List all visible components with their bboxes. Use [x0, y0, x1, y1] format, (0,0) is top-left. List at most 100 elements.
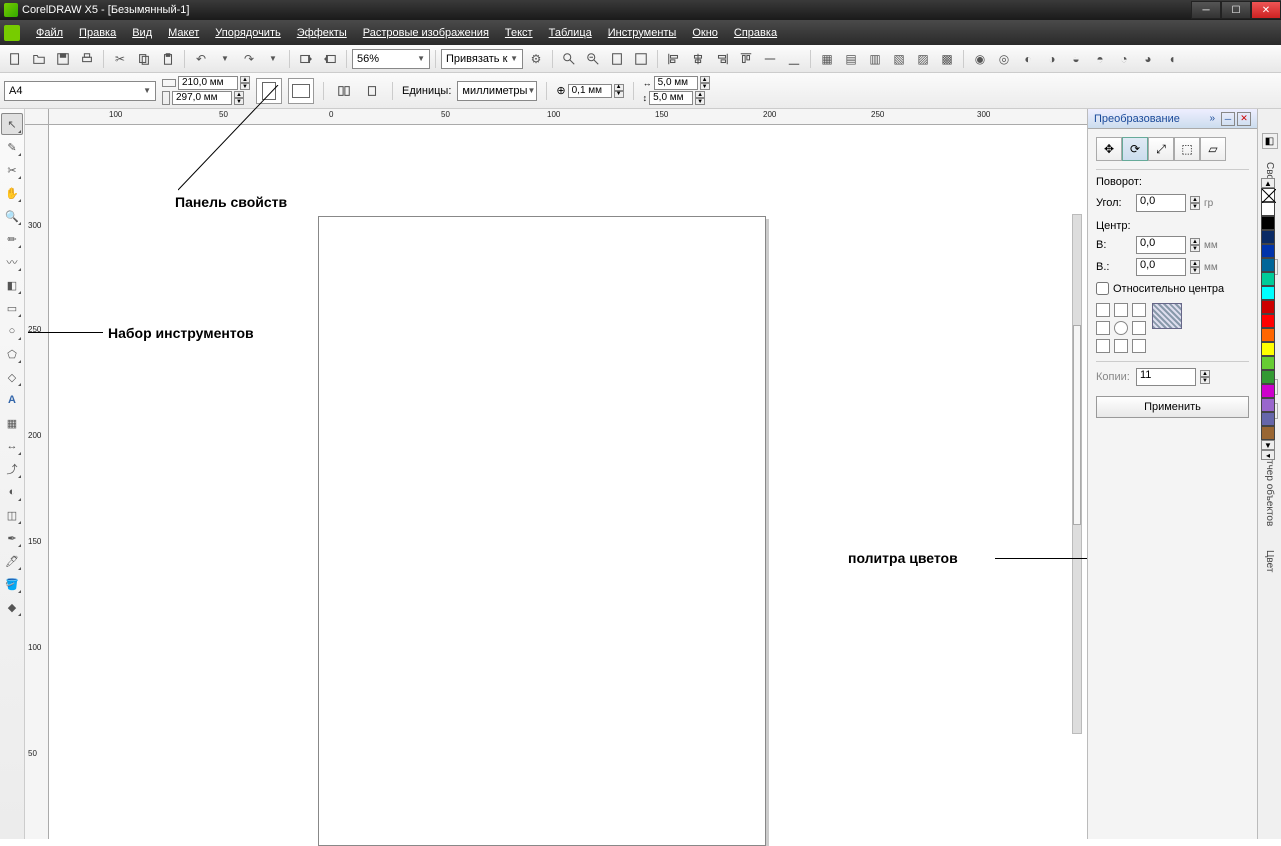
undo-button[interactable]: ↶ [190, 48, 212, 70]
copies-input[interactable]: 11 [1136, 368, 1196, 386]
transparency-tool[interactable]: ◫ [1, 504, 23, 526]
trim-button[interactable]: ◎ [993, 48, 1015, 70]
freehand-tool[interactable]: ✏ [1, 228, 23, 250]
anchor-tr[interactable] [1132, 303, 1146, 317]
dup-x-input[interactable]: 5,0 мм [654, 76, 698, 90]
menu-window[interactable]: Окно [684, 23, 726, 43]
menu-layout[interactable]: Макет [160, 23, 207, 43]
print-button[interactable] [76, 48, 98, 70]
menu-file[interactable]: Файл [28, 23, 71, 43]
redo-dropdown[interactable]: ▼ [262, 48, 284, 70]
minimize-button[interactable]: ─ [1191, 1, 1221, 19]
outline-tool[interactable]: 🖊 [1, 550, 23, 572]
distribute-5-button[interactable]: ▨ [912, 48, 934, 70]
anchor-ml[interactable] [1096, 321, 1110, 335]
zoom-tool[interactable]: ✋ [1, 182, 23, 204]
crop-tool[interactable]: ✂ [1, 159, 23, 181]
page-width-input[interactable]: 210,0 мм [178, 76, 238, 90]
apply-button[interactable]: Применить [1096, 396, 1249, 418]
open-button[interactable] [28, 48, 50, 70]
spin-down[interactable]: ▼ [1200, 377, 1210, 384]
vertical-scrollbar[interactable] [1072, 214, 1082, 734]
dimension-tool[interactable]: ↔ [1, 435, 23, 457]
anchor-tc[interactable] [1114, 303, 1128, 317]
zoom-fit-button[interactable] [630, 48, 652, 70]
menu-view[interactable]: Вид [124, 23, 160, 43]
units-select[interactable]: миллиметры ▼ [457, 81, 537, 101]
color-swatch[interactable] [1261, 202, 1275, 216]
anchor-bc[interactable] [1114, 339, 1128, 353]
size-tab[interactable]: ⬚ [1174, 137, 1200, 161]
color-swatch[interactable] [1261, 216, 1275, 230]
ruler-vertical[interactable]: 300 250 200 150 100 50 [25, 125, 49, 839]
color-swatch[interactable] [1261, 300, 1275, 314]
color-swatch[interactable] [1261, 398, 1275, 412]
color-swatch[interactable] [1261, 412, 1275, 426]
artistic-media-tool[interactable]: 〰 [1, 251, 23, 273]
cut-button[interactable]: ✂ [109, 48, 131, 70]
pick-tool[interactable]: ↖ [1, 113, 23, 135]
maximize-button[interactable]: ☐ [1221, 1, 1251, 19]
color-swatch[interactable] [1261, 286, 1275, 300]
new-button[interactable] [4, 48, 26, 70]
portrait-button[interactable] [256, 78, 282, 104]
spin-up[interactable]: ▲ [240, 76, 250, 83]
landscape-button[interactable] [288, 78, 314, 104]
color-swatch[interactable] [1261, 342, 1275, 356]
center-v-input[interactable]: 0,0 [1136, 258, 1186, 276]
palette-flyout[interactable]: ◂ [1261, 450, 1275, 460]
spin-down[interactable]: ▼ [1190, 203, 1200, 210]
zoom-select[interactable]: 56% ▼ [352, 49, 430, 69]
spin-up[interactable]: ▲ [1190, 196, 1200, 203]
color-swatch[interactable] [1261, 258, 1275, 272]
ruler-origin[interactable] [25, 109, 49, 125]
menu-edit[interactable]: Правка [71, 23, 124, 43]
close-button[interactable]: ✕ [1251, 1, 1281, 19]
ellipse-tool[interactable]: ○ [1, 320, 23, 342]
align-right-button[interactable] [711, 48, 733, 70]
color-swatch[interactable] [1261, 230, 1275, 244]
angle-input[interactable]: 0,0 [1136, 194, 1186, 212]
spin-up[interactable]: ▲ [695, 91, 705, 98]
spin-down[interactable]: ▼ [700, 83, 710, 90]
anchor-br[interactable] [1132, 339, 1146, 353]
save-button[interactable] [52, 48, 74, 70]
align-center-h-button[interactable] [687, 48, 709, 70]
anchor-mr[interactable] [1132, 321, 1146, 335]
nudge-input[interactable]: 0,1 мм [568, 84, 612, 98]
interactive-blend-tool[interactable]: ◐ [1, 481, 23, 503]
spin-up[interactable]: ▲ [1200, 370, 1210, 377]
spin-up[interactable]: ▲ [614, 84, 624, 91]
zoom-out-button[interactable] [582, 48, 604, 70]
extra-1-button[interactable]: ◕ [1137, 48, 1159, 70]
align-bottom-button[interactable] [783, 48, 805, 70]
basic-shapes-tool[interactable]: ◇ [1, 366, 23, 388]
align-left-button[interactable] [663, 48, 685, 70]
scroll-thumb[interactable] [1073, 325, 1081, 525]
polygon-tool[interactable]: ⬠ [1, 343, 23, 365]
no-color-swatch[interactable] [1261, 188, 1275, 202]
object-props-tab-icon[interactable]: ◧ [1262, 133, 1278, 149]
color-swatch[interactable] [1261, 314, 1275, 328]
distribute-1-button[interactable]: ▦ [816, 48, 838, 70]
color-swatch[interactable] [1261, 384, 1275, 398]
paste-button[interactable] [157, 48, 179, 70]
menu-table[interactable]: Таблица [541, 23, 600, 43]
menu-arrange[interactable]: Упорядочить [207, 23, 288, 43]
spin-up[interactable]: ▲ [1190, 238, 1200, 245]
page-height-input[interactable]: 297,0 мм [172, 91, 232, 105]
all-pages-button[interactable] [333, 80, 355, 102]
align-top-button[interactable] [735, 48, 757, 70]
docker-collapse-button[interactable]: ─ [1221, 112, 1235, 126]
weld-button[interactable]: ◉ [969, 48, 991, 70]
color-swatch[interactable] [1261, 370, 1275, 384]
back-minus-front-button[interactable]: ◓ [1089, 48, 1111, 70]
pan-tool[interactable]: 🔍 [1, 205, 23, 227]
shape-tool[interactable]: ✎ [1, 136, 23, 158]
color-swatch[interactable] [1261, 244, 1275, 258]
menu-tools[interactable]: Инструменты [600, 23, 685, 43]
position-tab[interactable]: ✥ [1096, 137, 1122, 161]
color-swatch[interactable] [1261, 272, 1275, 286]
color-swatch[interactable] [1261, 328, 1275, 342]
import-button[interactable] [295, 48, 317, 70]
